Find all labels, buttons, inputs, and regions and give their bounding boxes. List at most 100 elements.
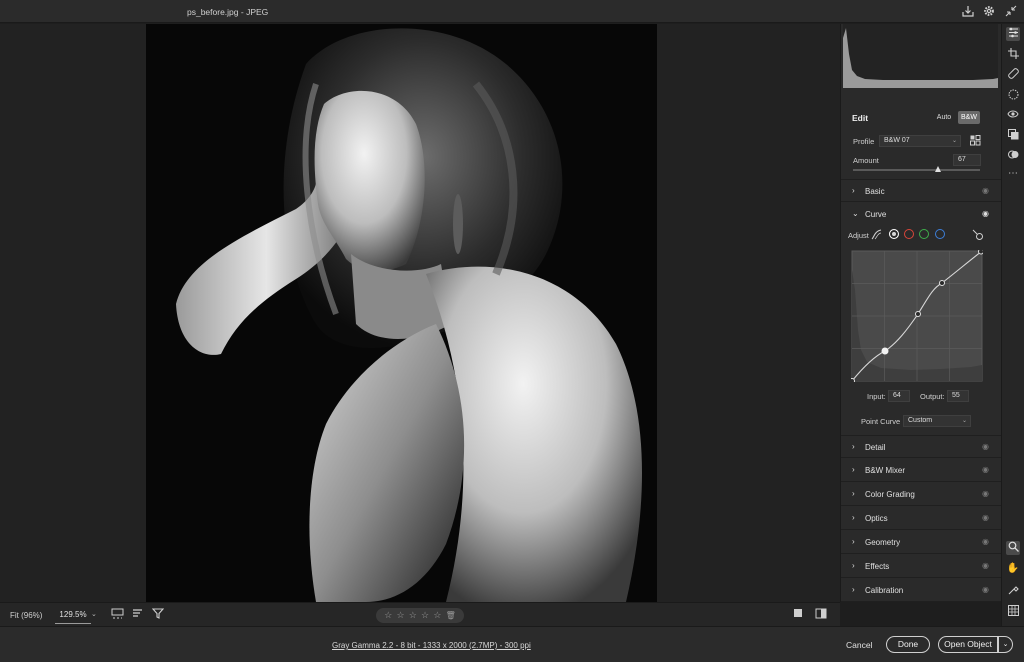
edit-sliders-icon[interactable] <box>1006 27 1020 41</box>
amount-slider-thumb[interactable] <box>935 166 942 172</box>
eye-icon[interactable]: ◉ <box>982 209 989 218</box>
white-channel-dot[interactable] <box>889 229 899 239</box>
grid-icon[interactable] <box>1006 605 1020 619</box>
point-curve-select[interactable]: Custom ⌄ <box>903 415 971 427</box>
workflow-options-link[interactable]: Gray Gamma 2.2 - 8 bit - 1333 x 2000 (2.… <box>332 641 531 650</box>
profile-browser-icon[interactable] <box>970 135 982 147</box>
presets-icon[interactable] <box>1006 149 1020 163</box>
output-label: Output: <box>920 392 945 401</box>
color-sampler-icon[interactable] <box>1006 584 1020 598</box>
chevron-right-icon: › <box>852 465 855 474</box>
filmstrip-icon[interactable] <box>110 608 124 622</box>
filter-icon[interactable] <box>151 608 165 622</box>
open-object-button[interactable]: Open Object <box>938 636 998 653</box>
eye-icon[interactable]: ◉ <box>982 513 989 522</box>
section-detail[interactable]: › Detail ◉ <box>841 435 1001 458</box>
section-geometry[interactable]: › Geometry ◉ <box>841 531 1001 554</box>
section-effects-label: Effects <box>865 562 890 571</box>
star-3[interactable]: ☆ <box>409 608 417 623</box>
zoom-value[interactable]: 129.5% <box>55 608 91 624</box>
chevron-right-icon: › <box>852 489 855 498</box>
star-rating[interactable]: ☆ ☆ ☆ ☆ ☆ 🗑 <box>376 608 464 623</box>
section-calibration[interactable]: › Calibration ◉ <box>841 579 1001 602</box>
snapshots-icon[interactable] <box>1006 129 1020 143</box>
point-curve-chevron-icon: ⌄ <box>961 418 967 424</box>
chevron-right-icon: › <box>852 513 855 522</box>
save-icon[interactable] <box>961 5 975 19</box>
footer-bar: Gray Gamma 2.2 - 8 bit - 1333 x 2000 (2.… <box>0 626 1024 662</box>
eye-icon[interactable]: ◉ <box>982 442 989 451</box>
hand-icon[interactable]: ✋ <box>1006 562 1020 576</box>
masking-icon[interactable] <box>1006 89 1020 103</box>
section-optics[interactable]: › Optics ◉ <box>841 507 1001 530</box>
image-canvas[interactable] <box>0 24 840 602</box>
collapse-icon[interactable] <box>1004 5 1018 19</box>
edit-header: Edit Auto B&W <box>841 108 1001 128</box>
sort-icon[interactable] <box>131 608 145 622</box>
trash-icon[interactable]: 🗑 <box>446 608 456 623</box>
targeted-adjust-icon[interactable] <box>972 229 984 241</box>
cancel-button[interactable]: Cancel <box>846 640 872 650</box>
photo-preview[interactable] <box>146 24 657 602</box>
amount-label: Amount <box>853 156 879 165</box>
amount-slider[interactable] <box>853 166 980 172</box>
chevron-right-icon: › <box>852 186 855 195</box>
eye-icon[interactable]: ◉ <box>982 186 989 195</box>
edit-title: Edit <box>852 113 869 123</box>
star-1[interactable]: ☆ <box>384 608 392 623</box>
eye-icon[interactable]: ◉ <box>982 537 989 546</box>
healing-icon[interactable] <box>1006 68 1020 82</box>
more-icon[interactable]: ⋯ <box>1006 167 1020 181</box>
zoom-icon[interactable] <box>1006 541 1020 555</box>
profile-select[interactable]: B&W 07 ⌄ <box>879 135 961 147</box>
tone-curve[interactable] <box>849 248 984 384</box>
point-curve-label: Point Curve <box>861 417 901 426</box>
gear-icon[interactable] <box>982 5 996 19</box>
blue-channel-dot[interactable] <box>935 229 945 239</box>
crop-icon[interactable] <box>1006 48 1020 62</box>
section-curve-label: Curve <box>865 210 887 219</box>
auto-button[interactable]: Auto <box>933 111 955 124</box>
star-4[interactable]: ☆ <box>421 608 429 623</box>
section-optics-label: Optics <box>865 514 888 523</box>
profile-chevron-icon: ⌄ <box>951 138 957 144</box>
section-color-grading[interactable]: › Color Grading ◉ <box>841 483 1001 506</box>
bw-button[interactable]: B&W <box>958 111 980 124</box>
zoom-chevron-icon[interactable]: ⌄ <box>91 610 97 618</box>
section-calibration-label: Calibration <box>865 586 904 595</box>
fit-zoom-button[interactable]: Fit (96%) <box>10 611 42 620</box>
section-basic[interactable]: › Basic ◉ <box>841 179 1001 202</box>
chevron-right-icon: › <box>852 585 855 594</box>
edit-panel: Edit Auto B&W Profile B&W 07 ⌄ Amount 67… <box>840 24 1001 602</box>
red-eye-icon[interactable] <box>1006 109 1020 123</box>
before-after-icon[interactable] <box>814 608 828 622</box>
amount-value[interactable]: 67 <box>953 154 981 166</box>
parametric-curve-icon[interactable] <box>871 229 883 241</box>
section-geometry-label: Geometry <box>865 538 901 547</box>
eye-icon[interactable]: ◉ <box>982 561 989 570</box>
eye-icon[interactable]: ◉ <box>982 489 989 498</box>
section-effects[interactable]: › Effects ◉ <box>841 555 1001 578</box>
chevron-right-icon: › <box>852 537 855 546</box>
section-detail-label: Detail <box>865 443 886 452</box>
output-field[interactable]: 55 <box>947 390 969 402</box>
star-5[interactable]: ☆ <box>433 608 441 623</box>
single-view-icon[interactable] <box>791 608 805 622</box>
eye-icon[interactable]: ◉ <box>982 585 989 594</box>
star-2[interactable]: ☆ <box>396 608 404 623</box>
title-bar: ps_before.jpg - JPEG <box>0 0 1024 23</box>
profile-value: B&W 07 <box>884 137 910 144</box>
view-toolbar: Fit (96%) 129.5% ⌄ ☆ ☆ ☆ ☆ ☆ 🗑 <box>0 602 840 626</box>
section-bw-mixer[interactable]: › B&W Mixer ◉ <box>841 459 1001 482</box>
eye-icon[interactable]: ◉ <box>982 465 989 474</box>
red-channel-dot[interactable] <box>904 229 914 239</box>
green-channel-dot[interactable] <box>919 229 929 239</box>
input-field[interactable]: 64 <box>888 390 910 402</box>
section-curve[interactable]: ⌄ Curve ◉ <box>841 203 1001 226</box>
chevron-right-icon: › <box>852 442 855 451</box>
profile-label: Profile <box>853 137 875 146</box>
open-options-chevron-icon[interactable]: ⌄ <box>998 636 1013 653</box>
section-basic-label: Basic <box>865 187 885 196</box>
done-button[interactable]: Done <box>886 636 930 653</box>
point-curve-value: Custom <box>908 417 933 424</box>
